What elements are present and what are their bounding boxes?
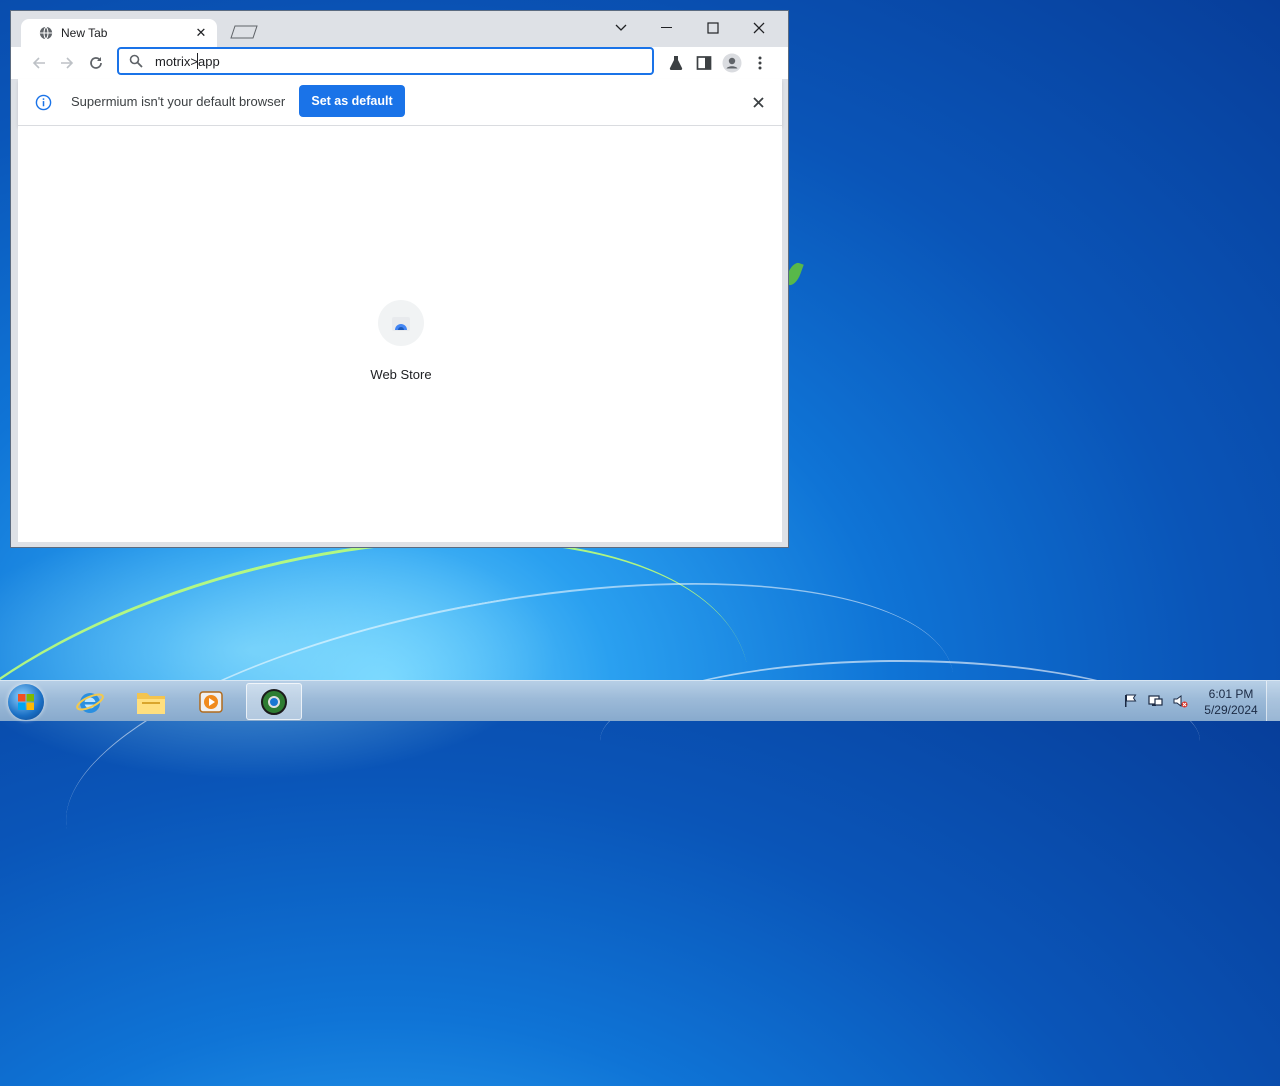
action-center-flag-icon[interactable] bbox=[1122, 693, 1138, 709]
taskbar-media-player[interactable] bbox=[183, 683, 239, 720]
side-panel-button[interactable] bbox=[692, 51, 716, 75]
wallpaper-glow bbox=[0, 520, 560, 780]
flask-icon bbox=[669, 56, 683, 70]
clock-time: 6:01 PM bbox=[1208, 687, 1254, 701]
tab-search-button[interactable] bbox=[601, 15, 641, 41]
windows-logo-icon bbox=[18, 694, 34, 710]
search-icon bbox=[129, 54, 143, 68]
close-icon bbox=[753, 22, 765, 34]
supermium-browser-icon bbox=[261, 688, 287, 715]
taskbar-supermium[interactable] bbox=[246, 683, 302, 720]
forward-arrow-icon bbox=[61, 57, 74, 69]
close-icon bbox=[752, 96, 764, 108]
text-caret bbox=[196, 53, 198, 69]
infobar-message: Supermium isn't your default browser bbox=[71, 94, 286, 109]
shortcut-label: Web Store bbox=[370, 367, 432, 382]
back-button[interactable] bbox=[27, 51, 51, 75]
minimize-button[interactable] bbox=[647, 15, 687, 41]
browser-toolbar: motrix>app bbox=[11, 47, 788, 79]
tab-title: New Tab bbox=[61, 26, 108, 40]
tab-new-tab[interactable]: New Tab ✕ bbox=[21, 19, 217, 47]
new-tab-button[interactable] bbox=[229, 25, 259, 39]
network-icon[interactable] bbox=[1147, 693, 1163, 709]
show-desktop-button[interactable] bbox=[1266, 681, 1280, 721]
new-tab-page: Web Store bbox=[18, 126, 782, 542]
reload-icon bbox=[90, 57, 102, 69]
globe-icon bbox=[39, 26, 53, 40]
shortcut-tile-web-store[interactable]: Web Store bbox=[361, 288, 441, 382]
minimize-icon bbox=[661, 27, 672, 28]
maximize-icon bbox=[707, 22, 719, 34]
taskbar-file-explorer[interactable] bbox=[123, 683, 179, 720]
menu-button[interactable] bbox=[748, 51, 772, 75]
maximize-button[interactable] bbox=[693, 15, 733, 41]
taskbar-internet-explorer[interactable] bbox=[62, 683, 118, 720]
side-panel-icon bbox=[696, 56, 712, 70]
media-player-icon bbox=[199, 690, 223, 713]
system-clock[interactable]: 6:01 PM 5/29/2024 bbox=[1196, 686, 1266, 718]
internet-explorer-icon bbox=[76, 692, 104, 713]
infobar-close-button[interactable] bbox=[748, 93, 768, 111]
folder-icon bbox=[137, 692, 165, 714]
web-store-icon bbox=[378, 300, 424, 346]
reload-button[interactable] bbox=[84, 51, 108, 75]
start-button[interactable] bbox=[8, 684, 44, 720]
address-bar[interactable]: motrix>app bbox=[117, 47, 654, 75]
forward-button[interactable] bbox=[55, 51, 79, 75]
address-bar-text[interactable]: motrix>app bbox=[155, 54, 220, 69]
set-as-default-button[interactable]: Set as default bbox=[299, 85, 405, 117]
info-icon bbox=[35, 94, 52, 111]
labs-button[interactable] bbox=[664, 51, 688, 75]
volume-muted-icon[interactable] bbox=[1172, 693, 1188, 709]
tab-strip: New Tab ✕ bbox=[11, 11, 788, 47]
clock-date: 5/29/2024 bbox=[1204, 703, 1258, 717]
close-window-button[interactable] bbox=[739, 15, 779, 41]
profile-button[interactable] bbox=[720, 51, 744, 75]
profile-avatar-icon bbox=[722, 53, 742, 73]
default-browser-infobar: Supermium isn't your default browser Set… bbox=[18, 79, 782, 126]
chevron-down-icon bbox=[615, 24, 627, 31]
kebab-menu-icon bbox=[758, 56, 762, 70]
back-arrow-icon bbox=[32, 57, 45, 69]
tab-close-icon[interactable]: ✕ bbox=[191, 25, 211, 41]
taskbar: 6:01 PM 5/29/2024 bbox=[0, 680, 1280, 721]
browser-window: New Tab ✕ motrix>app Supermium isn't you… bbox=[10, 10, 789, 548]
